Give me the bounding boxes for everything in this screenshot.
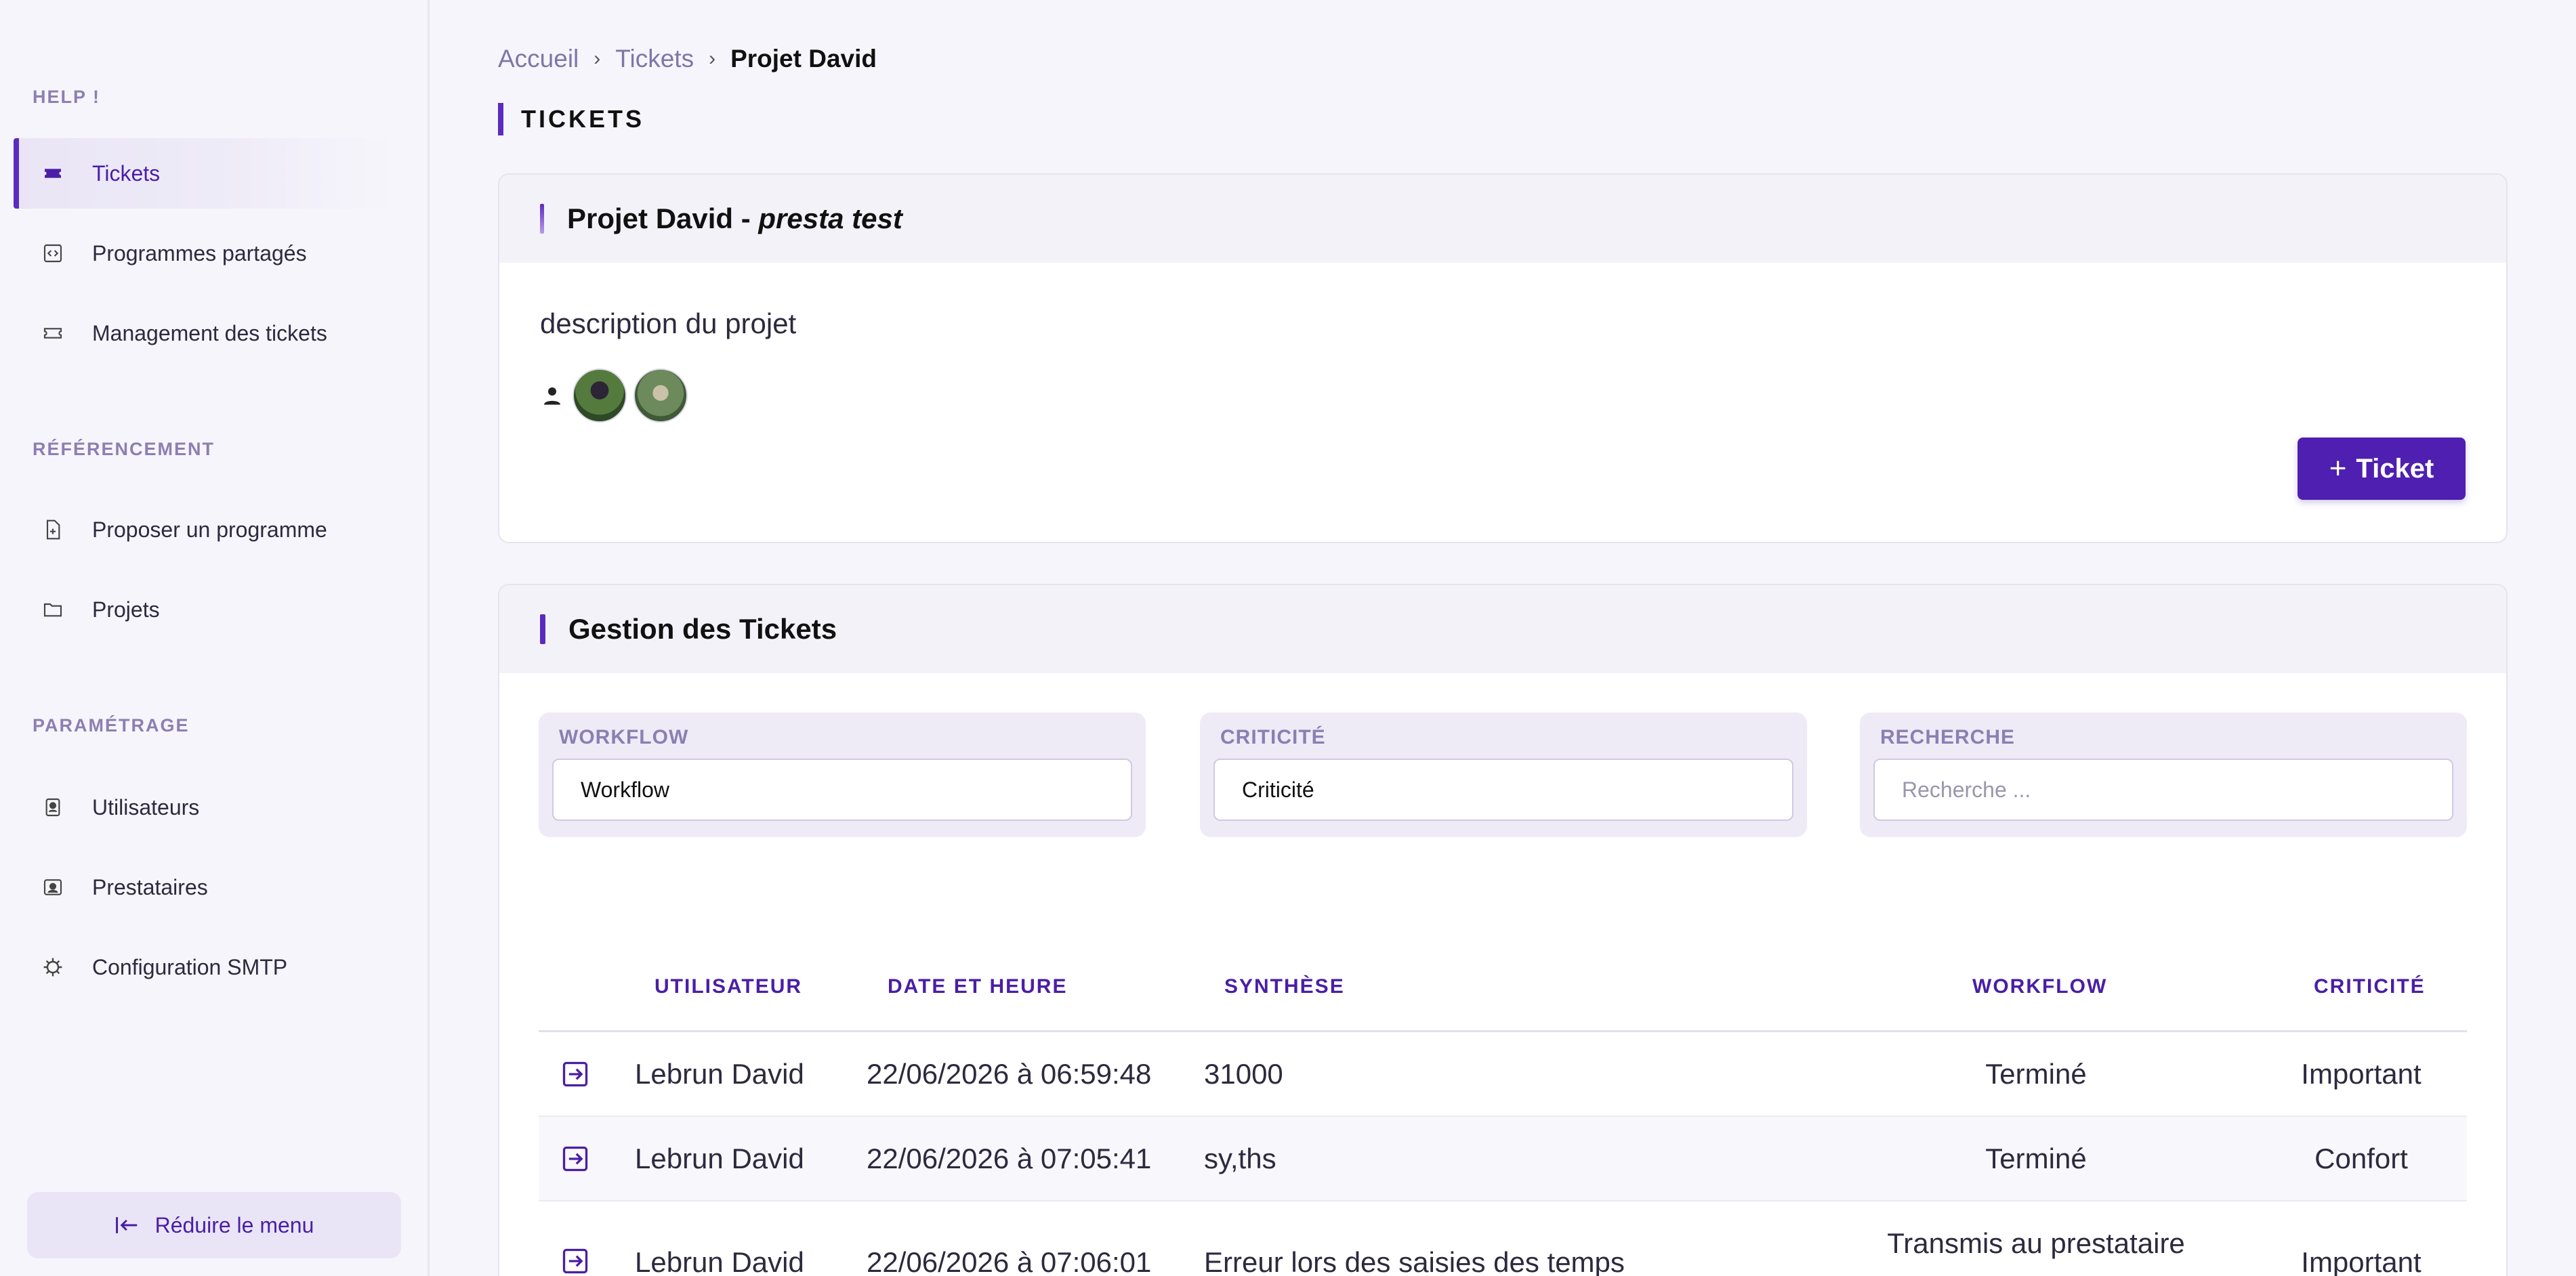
collapse-menu-label: Réduire le menu	[154, 1212, 314, 1237]
project-description: description du projet	[540, 307, 797, 339]
sidebar: HELP ! Tickets Programmes partagés Manag…	[0, 0, 430, 1276]
sidebar-item-label: Tickets	[92, 161, 161, 186]
workflow-select[interactable]: Workflow	[552, 759, 1132, 821]
cell-datetime: 22/06/2026 à 07:06:01	[867, 1246, 1152, 1276]
cell-summary: 31000	[1204, 1058, 1283, 1090]
add-ticket-button[interactable]: + Ticket	[2298, 438, 2466, 500]
sidebar-section-parametrage: PARAMÉTRAGE	[33, 715, 190, 736]
table-header: UTILISATEUR DATE ET HEURE SYNTHÈSE WORKF…	[539, 948, 2467, 1032]
chevron-right-icon: ›	[709, 47, 716, 70]
cell-workflow: Transmis au prestataire	[1887, 1227, 2185, 1259]
open-ticket-icon[interactable]	[560, 1059, 590, 1089]
sidebar-item-configuration-smtp[interactable]: Configuration SMTP	[14, 932, 393, 1002]
search-input[interactable]: Recherche ...	[1873, 759, 2453, 821]
add-ticket-label: Ticket	[2356, 453, 2434, 484]
cell-summary: Erreur lors des saisies des temps	[1204, 1246, 1625, 1276]
user-badge-icon	[41, 795, 65, 820]
column-date-heure[interactable]: DATE ET HEURE	[888, 975, 1067, 998]
file-plus-icon	[41, 517, 65, 542]
filter-workflow: WORKFLOW Workflow	[539, 713, 1146, 837]
sidebar-item-programmes-partages[interactable]: Programmes partagés	[14, 218, 393, 289]
sidebar-item-label: Management des tickets	[92, 320, 327, 345]
sidebar-item-label: Configuration SMTP	[92, 954, 288, 979]
sidebar-item-utilisateurs[interactable]: Utilisateurs	[14, 772, 393, 843]
cell-workflow: Terminé	[1985, 1058, 2087, 1090]
cell-datetime: 22/06/2026 à 06:59:48	[867, 1058, 1152, 1090]
cell-criticity: Important	[2301, 1246, 2422, 1276]
column-synthese[interactable]: SYNTHÈSE	[1224, 975, 1345, 998]
page-title: TICKETS	[498, 103, 644, 135]
column-workflow[interactable]: WORKFLOW	[1972, 975, 2107, 998]
column-criticite[interactable]: CRITICITÉ	[2314, 975, 2426, 998]
filter-label: RECHERCHE	[1880, 726, 2016, 748]
breadcrumb-current: Projet David	[730, 45, 877, 72]
cell-datetime: 22/06/2026 à 07:05:41	[867, 1143, 1152, 1174]
filter-criticite: CRITICITÉ Criticité	[1200, 713, 1807, 837]
open-ticket-icon[interactable]	[560, 1144, 590, 1174]
header-accent-bar	[540, 204, 544, 234]
tickets-card-title: Gestion des Tickets	[568, 613, 837, 645]
gear-icon	[41, 955, 65, 979]
ticket-icon	[41, 161, 65, 186]
sidebar-item-tickets[interactable]: Tickets	[14, 138, 393, 209]
header-accent-bar	[540, 614, 545, 644]
cell-user: Lebrun David	[635, 1058, 804, 1090]
folder-icon	[41, 597, 65, 622]
table-row[interactable]: Lebrun David 22/06/2026 à 07:05:41 sy,th…	[539, 1117, 2467, 1201]
sidebar-item-projets[interactable]: Projets	[14, 574, 393, 645]
sidebar-section-help: HELP !	[33, 87, 101, 107]
breadcrumb: Accueil › Tickets › Projet David	[498, 45, 877, 73]
sidebar-item-label: Projets	[92, 597, 160, 622]
breadcrumb-tickets[interactable]: Tickets	[615, 45, 694, 73]
sidebar-section-referencement: RÉFÉRENCEMENT	[33, 439, 215, 459]
sidebar-item-label: Proposer un programme	[92, 517, 327, 542]
ticket-outline-icon	[41, 321, 65, 345]
collapse-menu-button[interactable]: Réduire le menu	[27, 1192, 401, 1258]
filter-label: CRITICITÉ	[1220, 726, 1326, 748]
tickets-card-header: Gestion des Tickets	[499, 585, 2506, 673]
project-provider: presta test	[758, 203, 902, 234]
filter-label: WORKFLOW	[559, 726, 689, 748]
sidebar-item-label: Utilisateurs	[92, 794, 200, 820]
breadcrumb-accueil[interactable]: Accueil	[498, 45, 579, 73]
contact-card-icon	[41, 875, 65, 899]
criticite-select[interactable]: Criticité	[1213, 759, 1793, 821]
table-row[interactable]: Lebrun David 22/06/2026 à 07:06:01 Erreu…	[539, 1201, 2467, 1276]
cell-criticity: Important	[2301, 1058, 2422, 1090]
sidebar-item-prestataires[interactable]: Prestataires	[14, 852, 393, 922]
collapse-left-icon	[115, 1217, 137, 1233]
project-members	[540, 368, 694, 423]
cell-user: Lebrun David	[635, 1143, 804, 1174]
sidebar-item-label: Programmes partagés	[92, 240, 307, 265]
plus-icon: +	[2329, 452, 2347, 485]
tickets-table: UTILISATEUR DATE ET HEURE SYNTHÈSE WORKF…	[539, 948, 2467, 1276]
chevron-right-icon: ›	[594, 47, 601, 70]
project-name: Projet David -	[567, 203, 751, 234]
avatar[interactable]	[633, 368, 688, 423]
project-card-header: Projet David - presta test	[499, 175, 2506, 263]
column-utilisateur[interactable]: UTILISATEUR	[655, 975, 802, 998]
person-icon	[544, 387, 560, 405]
cell-criticity: Confort	[2314, 1143, 2408, 1174]
avatar[interactable]	[573, 368, 627, 423]
cell-workflow: Terminé	[1985, 1143, 2087, 1174]
cell-user: Lebrun David	[635, 1246, 804, 1276]
project-card: Projet David - presta test description d…	[498, 173, 2508, 543]
sidebar-item-label: Prestataires	[92, 874, 208, 899]
filter-recherche: RECHERCHE Recherche ...	[1860, 713, 2467, 837]
sidebar-item-proposer-programme[interactable]: Proposer un programme	[14, 494, 393, 565]
open-ticket-icon[interactable]	[560, 1246, 590, 1276]
sidebar-item-management-tickets[interactable]: Management des tickets	[14, 298, 393, 368]
table-row[interactable]: Lebrun David 22/06/2026 à 06:59:48 31000…	[539, 1032, 2467, 1117]
code-icon	[41, 241, 65, 265]
cell-summary: sy,ths	[1204, 1143, 1276, 1174]
